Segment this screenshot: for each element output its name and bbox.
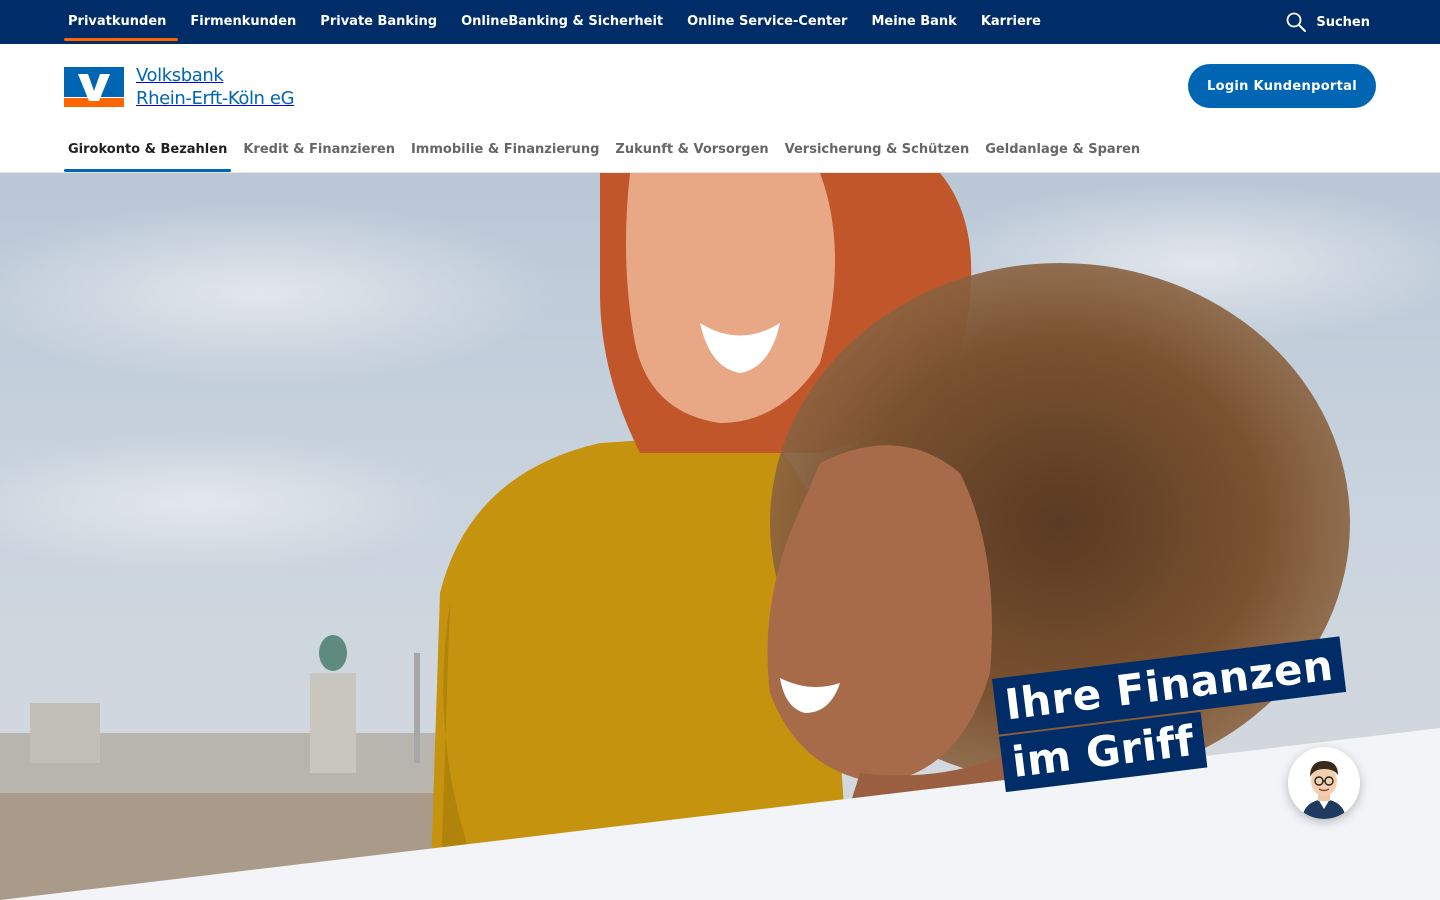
topnav-onlinebanking-sicherheit[interactable]: OnlineBanking & Sicherheit — [461, 0, 675, 44]
mainnav-versicherung-schuetzen[interactable]: Versicherung & Schützen — [781, 128, 974, 170]
top-utility-bar: Privatkunden Firmenkunden Private Bankin… — [0, 0, 1440, 44]
hero-banner: Ihre Finanzen im Griff — [0, 173, 1440, 900]
chat-assistant-avatar-button[interactable] — [1288, 747, 1360, 819]
mainnav-girokonto-bezahlen[interactable]: Girokonto & Bezahlen — [64, 128, 232, 172]
volksbank-logo-icon — [64, 67, 124, 107]
topnav-karriere[interactable]: Karriere — [981, 0, 1053, 44]
topnav-private-banking[interactable]: Private Banking — [320, 0, 449, 44]
search-button[interactable]: Suchen — [1286, 0, 1370, 44]
search-icon — [1286, 12, 1307, 32]
mainnav-immobilie-finanzierung[interactable]: Immobilie & Finanzierung — [407, 128, 603, 170]
login-kundenportal-button[interactable]: Login Kundenportal — [1188, 64, 1376, 108]
mainnav-kredit-finanzieren[interactable]: Kredit & Finanzieren — [239, 128, 399, 170]
bank-name-line1: Volksbank — [136, 65, 224, 86]
bank-logo[interactable]: Volksbank Rhein-Erft-Köln eG — [64, 64, 312, 110]
top-navigation: Privatkunden Firmenkunden Private Bankin… — [64, 0, 1065, 44]
mainnav-geldanlage-sparen[interactable]: Geldanlage & Sparen — [981, 128, 1144, 170]
assistant-avatar-icon — [1288, 747, 1360, 819]
bank-name: Volksbank Rhein-Erft-Köln eG — [136, 64, 295, 110]
main-navigation: Girokonto & Bezahlen Kredit & Finanziere… — [64, 128, 1152, 172]
topnav-meine-bank[interactable]: Meine Bank — [871, 0, 968, 44]
search-label: Suchen — [1316, 14, 1370, 30]
topnav-firmenkunden[interactable]: Firmenkunden — [190, 0, 308, 44]
bank-name-line2: Rhein-Erft-Köln eG — [136, 88, 295, 109]
topnav-online-service-center[interactable]: Online Service-Center — [687, 0, 859, 44]
topnav-privatkunden[interactable]: Privatkunden — [64, 0, 179, 44]
mainnav-zukunft-vorsorgen[interactable]: Zukunft & Vorsorgen — [611, 128, 772, 170]
hero-wedge-shape — [0, 728, 1440, 900]
